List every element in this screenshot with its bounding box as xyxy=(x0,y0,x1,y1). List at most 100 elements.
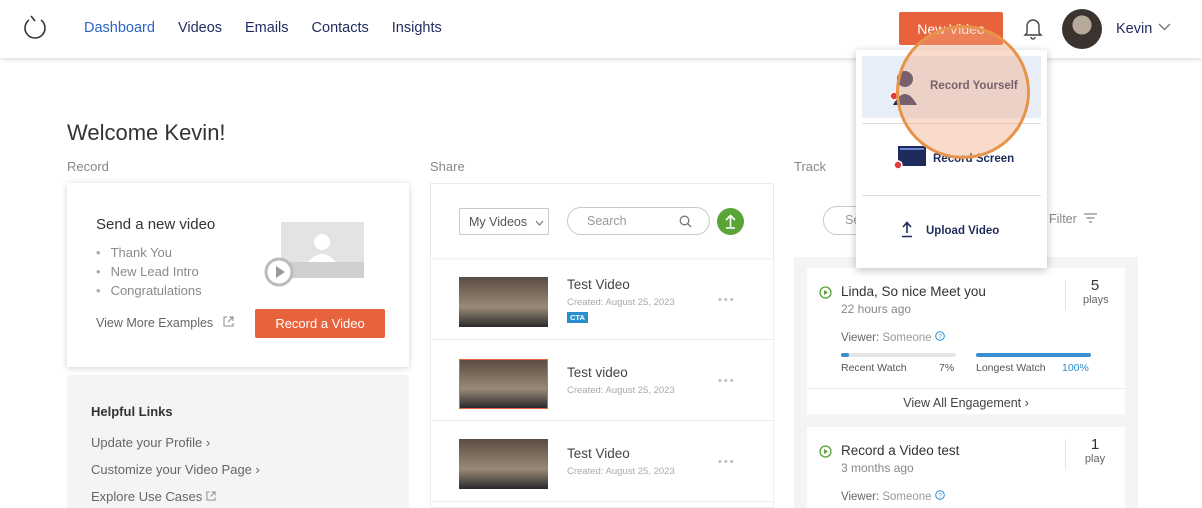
nav-emails[interactable]: Emails xyxy=(245,20,289,36)
chevron-right-icon: › xyxy=(1024,396,1029,410)
send-video-card: Send a new video Thank You New Lead Intr… xyxy=(67,183,409,367)
divider xyxy=(1065,439,1066,469)
viewer-info: Viewer: Someone ? xyxy=(841,331,945,344)
info-icon[interactable]: ? xyxy=(934,331,945,341)
chevron-down-icon xyxy=(535,220,544,226)
helpful-link[interactable]: Customize your Video Page › xyxy=(91,462,260,477)
engagement-time: 22 hours ago xyxy=(841,302,912,316)
avatar[interactable] xyxy=(1062,9,1102,49)
play-circle-icon xyxy=(819,286,832,299)
chevron-right-icon: › xyxy=(205,435,211,450)
viewer-label: Viewer: xyxy=(841,491,880,503)
main-nav: Dashboard Videos Emails Contacts Insight… xyxy=(84,20,442,36)
example-list: Thank You New Lead Intro Congratulations xyxy=(96,245,202,302)
video-thumbnail[interactable] xyxy=(459,439,548,489)
recent-watch-value: 7% xyxy=(939,362,955,374)
more-options-icon[interactable]: ••• xyxy=(718,294,736,306)
longest-watch-value: 100% xyxy=(1062,362,1089,374)
play-count-number: 1 xyxy=(1090,436,1100,453)
link-label: Customize your Video Page xyxy=(91,462,252,477)
chevron-down-icon[interactable] xyxy=(1158,21,1171,33)
video-row[interactable]: Test video Created: August 25, 2023 ••• xyxy=(431,341,773,421)
cta-badge: CTA xyxy=(567,312,588,323)
engagement-title[interactable]: Record a Video test xyxy=(841,443,959,458)
filter-button[interactable]: Filter xyxy=(1049,212,1098,226)
helpful-links-panel: Helpful Links Update your Profile › Cust… xyxy=(67,375,409,508)
view-more-label: View More Examples xyxy=(96,316,214,330)
list-item: New Lead Intro xyxy=(96,264,202,283)
divider xyxy=(1065,280,1066,310)
helpful-link[interactable]: Explore Use Cases xyxy=(91,489,216,504)
filter-label: Filter xyxy=(1049,212,1077,226)
play-icon xyxy=(264,257,294,287)
svg-text:?: ? xyxy=(938,334,942,341)
view-all-label: View All Engagement xyxy=(903,396,1022,410)
chevron-right-icon: › xyxy=(255,462,260,477)
recent-watch-bar xyxy=(841,353,956,357)
card-title: Send a new video xyxy=(96,216,216,233)
upload-arrow-icon xyxy=(902,221,912,238)
play-count-number: 5 xyxy=(1090,277,1100,294)
video-title[interactable]: Test video xyxy=(567,365,628,380)
upload-video-option[interactable]: Upload Video xyxy=(862,202,1041,260)
nav-insights[interactable]: Insights xyxy=(392,20,442,36)
my-videos-select[interactable]: My Videos xyxy=(459,208,549,235)
recent-watch-fill xyxy=(841,353,850,357)
app-logo-icon[interactable] xyxy=(22,14,48,42)
helpful-links-title: Helpful Links xyxy=(91,404,173,419)
share-panel: My Videos Search Test Video Created: Aug… xyxy=(430,183,774,508)
engagement-time: 3 months ago xyxy=(841,461,914,475)
external-link-icon xyxy=(206,491,216,501)
upload-arrow-icon xyxy=(725,214,736,229)
longest-watch-fill xyxy=(976,353,1091,357)
page-title: Welcome Kevin! xyxy=(67,120,226,145)
view-more-examples-link[interactable]: View More Examples xyxy=(96,316,234,330)
upload-button[interactable] xyxy=(717,208,744,235)
more-options-icon[interactable]: ••• xyxy=(718,456,736,468)
engagement-card[interactable]: Linda, So nice Meet you 22 hours ago 5 p… xyxy=(807,268,1125,414)
video-thumbnail[interactable] xyxy=(459,359,548,409)
recent-watch-label: Recent Watch xyxy=(841,362,907,374)
engagement-title[interactable]: Linda, So nice Meet you xyxy=(841,284,986,299)
user-name[interactable]: Kevin xyxy=(1116,21,1152,37)
section-label-share: Share xyxy=(430,159,465,174)
video-row[interactable]: Test Video Created: August 25, 2023 CTA … xyxy=(431,260,773,340)
list-item: Thank You xyxy=(96,245,202,264)
video-row[interactable]: Test Video Created: August 25, 2023 ••• xyxy=(431,422,773,502)
section-label-track: Track xyxy=(794,159,827,174)
click-highlight-circle xyxy=(896,25,1030,159)
external-link-icon xyxy=(223,316,234,327)
viewer-name: Someone xyxy=(882,491,932,503)
list-item: Congratulations xyxy=(96,283,202,302)
more-options-icon[interactable]: ••• xyxy=(718,375,736,387)
nav-videos[interactable]: Videos xyxy=(178,20,222,36)
video-thumbnail[interactable] xyxy=(459,277,548,327)
video-search-input[interactable]: Search xyxy=(567,207,710,235)
video-title[interactable]: Test Video xyxy=(567,277,630,292)
viewer-name: Someone xyxy=(882,332,932,344)
record-a-video-button[interactable]: Record a Video xyxy=(255,309,385,338)
nav-dashboard[interactable]: Dashboard xyxy=(84,20,155,36)
play-circle-icon xyxy=(819,445,832,458)
video-date: Created: August 25, 2023 xyxy=(567,297,675,308)
view-all-engagement-link[interactable]: View All Engagement › xyxy=(807,388,1125,414)
play-count: 1 play xyxy=(1083,436,1107,465)
svg-text:?: ? xyxy=(938,493,942,500)
video-title[interactable]: Test Video xyxy=(567,446,630,461)
option-label: Upload Video xyxy=(926,225,1000,237)
play-count-label: plays xyxy=(1083,294,1109,306)
viewer-info: Viewer: Someone ? xyxy=(841,490,945,503)
share-toolbar: My Videos Search xyxy=(431,184,773,258)
screen-record-icon xyxy=(893,146,926,170)
section-label-record: Record xyxy=(67,159,109,174)
bell-icon[interactable] xyxy=(1022,16,1044,40)
play-count-label: play xyxy=(1084,453,1106,465)
helpful-link[interactable]: Update your Profile › xyxy=(91,435,210,450)
info-icon[interactable]: ? xyxy=(934,490,945,500)
nav-contacts[interactable]: Contacts xyxy=(312,20,369,36)
search-placeholder: Search xyxy=(587,214,627,228)
video-date: Created: August 25, 2023 xyxy=(567,385,675,396)
viewer-label: Viewer: xyxy=(841,332,880,344)
link-label: Explore Use Cases xyxy=(91,489,203,504)
engagement-card[interactable]: Record a Video test 3 months ago 1 play … xyxy=(807,427,1125,508)
